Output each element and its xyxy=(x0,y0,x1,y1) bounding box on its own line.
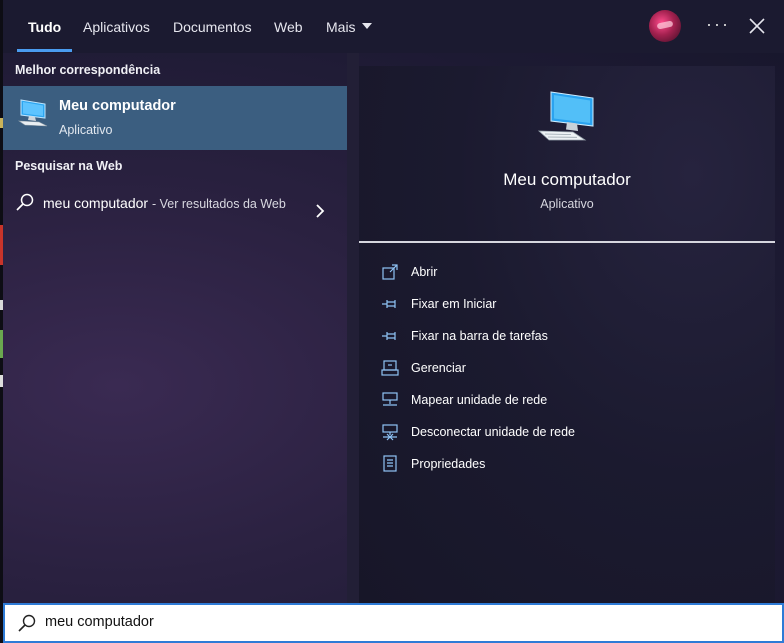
details-subtitle: Aplicativo xyxy=(540,197,594,211)
best-match-name: Meu computador xyxy=(59,98,176,114)
action-label: Desconectar unidade de rede xyxy=(411,425,576,439)
tab-documents[interactable]: Documentos xyxy=(173,19,252,35)
search-window: Tudo Aplicativos Documentos Web Mais ···… xyxy=(0,0,784,643)
web-search-heading: Pesquisar na Web xyxy=(15,159,123,173)
pin-icon xyxy=(382,332,396,340)
search-input[interactable] xyxy=(43,613,747,631)
details-divider xyxy=(359,241,775,243)
action-label: Propriedades xyxy=(411,457,486,471)
panel-divider xyxy=(347,53,359,603)
chevron-down-icon xyxy=(361,23,372,30)
best-match-heading: Melhor correspondência xyxy=(15,63,161,77)
tab-web[interactable]: Web xyxy=(274,19,303,35)
results-panel: Melhor correspondência Meu computador Ap… xyxy=(3,53,347,603)
avatar[interactable] xyxy=(649,10,681,42)
action-label: Mapear unidade de rede xyxy=(411,393,548,407)
tab-more[interactable]: Mais xyxy=(326,19,372,35)
manage-icon xyxy=(381,360,399,376)
computer-icon xyxy=(537,91,594,141)
search-icon xyxy=(16,193,34,211)
details-panel: Meu computador Aplicativo Abrir Fixar em… xyxy=(359,66,775,603)
search-box[interactable] xyxy=(3,603,784,643)
details-title: Meu computador xyxy=(503,170,631,189)
action-manage[interactable]: Gerenciar xyxy=(381,356,761,380)
action-open[interactable]: Abrir xyxy=(381,260,761,284)
action-disconnect-network-drive[interactable]: Desconectar unidade de rede xyxy=(381,420,761,444)
best-match-type: Aplicativo xyxy=(59,123,113,137)
web-search-result[interactable]: meu computador - Ver resultados da Web xyxy=(3,185,347,235)
tab-all[interactable]: Tudo xyxy=(28,19,61,35)
disconnect-drive-icon xyxy=(382,424,398,441)
chevron-right-icon[interactable] xyxy=(314,203,326,219)
close-icon[interactable] xyxy=(747,16,767,36)
pin-icon xyxy=(382,300,396,308)
ellipsis-icon[interactable]: ··· xyxy=(706,14,730,35)
tab-apps[interactable]: Aplicativos xyxy=(83,19,150,35)
open-icon xyxy=(382,264,398,280)
web-search-query: meu computador xyxy=(43,195,149,211)
action-pin-start[interactable]: Fixar em Iniciar xyxy=(381,292,761,316)
action-label: Gerenciar xyxy=(411,361,466,375)
action-label: Fixar na barra de tarefas xyxy=(411,329,548,343)
web-search-hint: - Ver resultados da Web xyxy=(151,197,286,211)
action-map-network-drive[interactable]: Mapear unidade de rede xyxy=(381,388,761,412)
properties-icon xyxy=(383,455,397,472)
filter-tab-bar: Tudo Aplicativos Documentos Web Mais ··· xyxy=(3,0,784,53)
action-properties[interactable]: Propriedades xyxy=(381,452,761,476)
action-pin-taskbar[interactable]: Fixar na barra de tarefas xyxy=(381,324,761,348)
action-label: Abrir xyxy=(411,265,438,279)
web-search-query-text: meu computador - Ver resultados da Web xyxy=(43,193,293,215)
network-drive-icon xyxy=(382,392,398,406)
search-icon xyxy=(18,614,36,632)
best-match-result[interactable]: Meu computador Aplicativo xyxy=(3,86,347,150)
computer-icon xyxy=(17,99,48,127)
tab-more-label: Mais xyxy=(326,19,356,35)
active-tab-indicator xyxy=(17,49,72,52)
action-label: Fixar em Iniciar xyxy=(411,297,497,311)
